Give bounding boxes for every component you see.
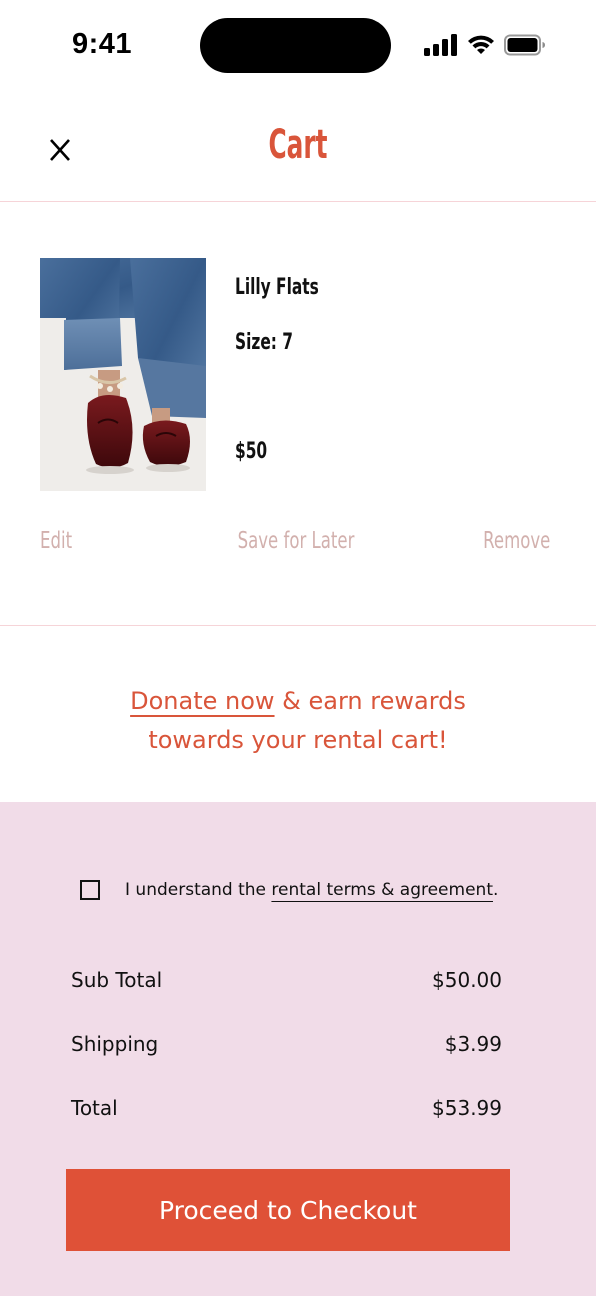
status-icons xyxy=(424,34,546,56)
signal-icon xyxy=(424,34,457,56)
product-name: Lilly Flats xyxy=(235,275,319,300)
product-image[interactable] xyxy=(40,258,206,491)
cart-item: Lilly Flats Size: 7 $50 Edit Save for La… xyxy=(0,203,596,626)
wifi-icon xyxy=(468,35,494,54)
close-button[interactable] xyxy=(46,134,76,164)
subtotal-row: Sub Total $50.00 xyxy=(71,968,502,992)
agreement-prefix: I understand the xyxy=(125,880,272,900)
total-row: Total $53.99 xyxy=(71,1096,502,1120)
agreement-suffix: . xyxy=(492,880,499,900)
product-photo-shoes xyxy=(40,258,206,491)
order-summary: I understand the rental terms & agreemen… xyxy=(0,802,596,1296)
product-price: $50 xyxy=(235,439,268,464)
subtotal-label: Sub Total xyxy=(71,968,163,992)
page-title: Cart xyxy=(268,122,328,168)
close-icon xyxy=(50,139,70,161)
save-for-later-button[interactable]: Save for Later xyxy=(238,528,355,554)
product-size: Size: 7 xyxy=(235,330,294,355)
proceed-to-checkout-button[interactable]: Proceed to Checkout xyxy=(66,1169,510,1251)
donate-line-1: Donate now & earn rewards xyxy=(0,687,596,715)
agreement-checkbox[interactable] xyxy=(80,880,100,900)
agreement-row: I understand the rental terms & agreemen… xyxy=(80,878,498,902)
dynamic-island xyxy=(200,18,391,73)
subtotal-value: $50.00 xyxy=(432,968,502,992)
shipping-label: Shipping xyxy=(71,1032,159,1056)
battery-icon xyxy=(504,34,545,56)
donate-now-link[interactable]: Donate now xyxy=(130,687,274,715)
status-time: 9:41 xyxy=(72,28,133,60)
remove-button[interactable]: Remove xyxy=(483,528,550,554)
donate-line-2: towards your rental cart! xyxy=(148,726,448,754)
cart-header: Cart xyxy=(0,92,596,202)
item-actions: Edit Save for Later Remove xyxy=(0,528,596,558)
total-value: $53.99 xyxy=(432,1096,502,1120)
donate-promo: Donate now & earn rewards towards your r… xyxy=(0,627,596,802)
status-bar: 9:41 xyxy=(0,0,596,92)
edit-button[interactable]: Edit xyxy=(40,528,72,554)
shipping-value: $3.99 xyxy=(444,1032,502,1056)
agreement-text: I understand the rental terms & agreemen… xyxy=(125,880,498,900)
donate-line-1-text: & earn rewards xyxy=(274,687,466,715)
shipping-row: Shipping $3.99 xyxy=(71,1032,502,1056)
total-label: Total xyxy=(71,1096,118,1120)
rental-terms-link[interactable]: rental terms & agreement xyxy=(271,880,493,900)
